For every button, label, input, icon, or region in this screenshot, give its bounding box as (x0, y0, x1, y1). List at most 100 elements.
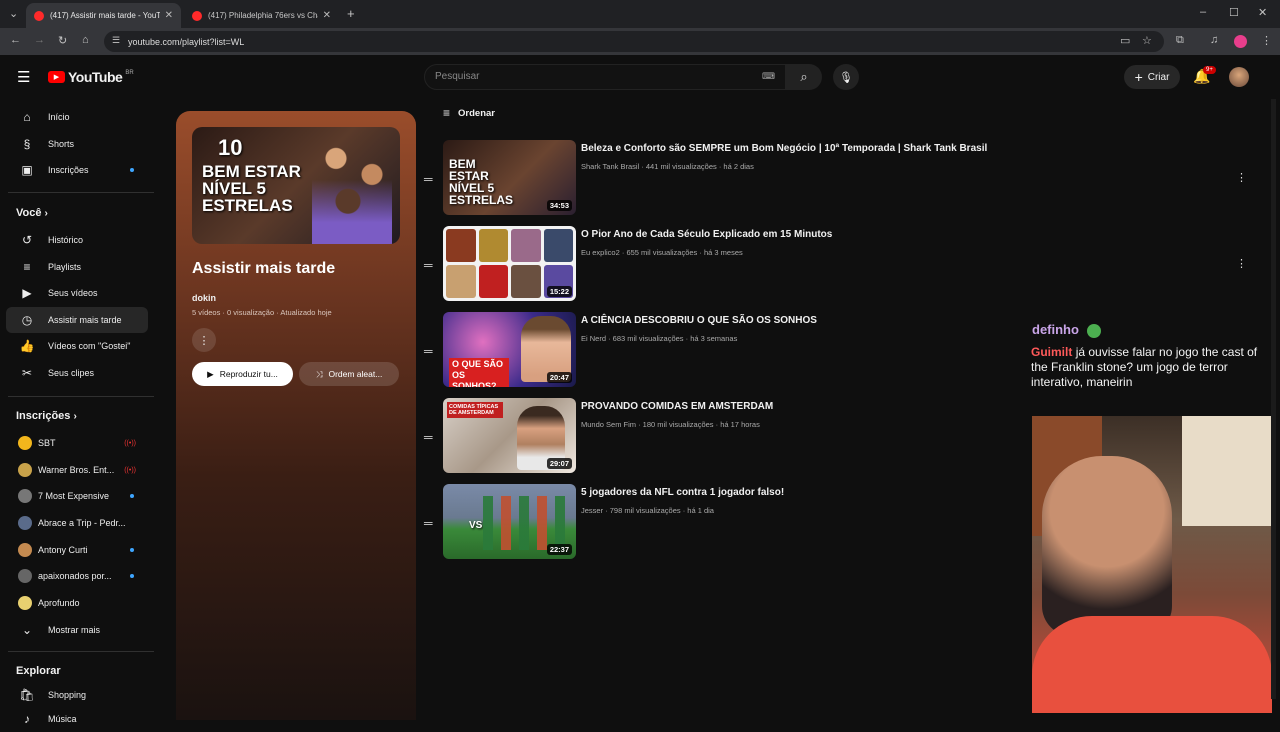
subscription-warner[interactable]: Warner Bros. Ent... ((•)) (6, 457, 148, 483)
sort-button[interactable]: ≡ Ordenar (443, 106, 495, 120)
drag-handle-icon[interactable]: ═ (424, 344, 433, 358)
video-duration: 22:37 (546, 544, 572, 555)
create-button[interactable]: + Criar (1124, 65, 1180, 89)
grid-cell (511, 265, 541, 298)
thumbnail-text: VS (469, 520, 483, 531)
video-thumbnail[interactable]: VS 22:37 (443, 484, 576, 559)
playlist-owner[interactable]: dokin (192, 293, 216, 303)
subscription-label: Antony Curti (38, 545, 88, 555)
subscription-apaixonados[interactable]: apaixonados por... (6, 563, 148, 589)
you-section-heading[interactable]: Você › (16, 207, 48, 219)
forward-icon[interactable]: → (34, 34, 45, 46)
youtube-favicon-icon (34, 10, 44, 21)
voice-search-button[interactable]: 🎙 (833, 64, 859, 90)
page-scrollbar[interactable] (1271, 99, 1276, 699)
new-content-dot (130, 494, 134, 498)
video-duration: 34:53 (546, 200, 572, 211)
back-icon[interactable]: ← (10, 34, 21, 46)
video-thumbnail[interactable]: 15:22 (443, 226, 576, 301)
subscription-aprofundo[interactable]: Aprofundo (6, 590, 148, 616)
media-icon[interactable]: ♫ (1210, 34, 1218, 46)
sidebar-item-subscriptions[interactable]: ▣ Inscrições (6, 157, 148, 183)
video-thumbnail[interactable]: BEM ESTAR NÍVEL 5 ESTRELAS 34:53 (443, 140, 576, 215)
watch-later-icon: ◷ (21, 313, 33, 327)
video-row[interactable]: ═ BEM ESTAR NÍVEL 5 ESTRELAS 34:53 Belez… (424, 140, 1254, 218)
drag-handle-icon[interactable]: ═ (424, 258, 433, 272)
drag-handle-icon[interactable]: ═ (424, 172, 433, 186)
video-menu-icon[interactable]: ⋮ (1236, 171, 1247, 184)
youtube-logo[interactable]: ▶ YouTube BR (48, 69, 134, 85)
close-tab-icon[interactable]: ✕ (323, 10, 331, 21)
sidebar-item-home[interactable]: ⌂ Início (6, 104, 148, 130)
chevron-right-icon: › (44, 208, 48, 219)
home-icon: ⌂ (23, 110, 31, 124)
sidebar-item-label: Playlists (48, 262, 82, 272)
site-info-icon[interactable]: ☰ (112, 35, 120, 46)
address-bar[interactable]: ☰ youtube.com/playlist?list=WL ▭ ☆ (104, 31, 1164, 52)
keyboard-icon[interactable]: ⌨ (762, 71, 775, 82)
sidebar-item-your-videos[interactable]: ▶ Seus vídeos (6, 280, 148, 306)
subscription-antony-curti[interactable]: Antony Curti (6, 537, 148, 563)
video-title[interactable]: Beleza e Conforto são SEMPRE um Bom Negó… (581, 143, 987, 154)
sidebar-item-playlists[interactable]: ≡ Playlists (6, 254, 148, 280)
sort-icon: ≡ (443, 106, 451, 120)
minimize-icon[interactable]: – (1200, 6, 1206, 18)
video-title[interactable]: A CIÊNCIA DESCOBRIU O QUE SÃO OS SONHOS (581, 315, 817, 326)
profile-avatar[interactable] (1234, 35, 1247, 48)
shuffle-button[interactable]: ⤨ Ordem aleat... (299, 362, 399, 386)
maximize-icon[interactable]: ☐ (1229, 6, 1239, 19)
webcam-person (1042, 456, 1172, 636)
video-title[interactable]: 5 jogadores da NFL contra 1 jogador fals… (581, 487, 784, 498)
video-menu-icon[interactable]: ⋮ (1236, 257, 1247, 270)
chat-message: Guimilt já ouvisse falar no jogo the cas… (1031, 345, 1277, 390)
install-icon[interactable]: ▭ (1120, 34, 1130, 47)
tab-list-chevron-icon[interactable]: ⌄ (9, 7, 18, 20)
account-avatar[interactable] (1229, 67, 1249, 87)
sidebar-item-music[interactable]: ♪ Música (6, 706, 148, 732)
subscription-abrace-a-trip[interactable]: Abrace a Trip - Pedr... (6, 510, 148, 536)
sidebar-item-your-clips[interactable]: ✂ Seus clipes (6, 360, 148, 386)
subscriptions-section-heading[interactable]: Inscrições › (16, 410, 77, 422)
reload-icon[interactable]: ↻ (58, 34, 67, 47)
search-input[interactable]: Pesquisar ⌨ (424, 64, 786, 90)
sidebar-item-label: Música (48, 714, 77, 724)
sidebar-item-label: Vídeos com "Gostei" (48, 341, 131, 351)
video-thumbnail[interactable]: O QUE SÃO OS SONHOS? 20:47 (443, 312, 576, 387)
video-title[interactable]: O Pior Ano de Cada Século Explicado em 1… (581, 229, 832, 240)
show-more-label: Mostrar mais (48, 625, 101, 635)
show-more-button[interactable]: ⌄ Mostrar mais (6, 617, 148, 643)
sidebar-item-shopping[interactable]: 🛍 Shopping (6, 682, 148, 708)
browser-tab-active[interactable]: (417) Assistir mais tarde - YouTu ✕ (26, 3, 181, 28)
youtube-play-logo-icon: ▶ (48, 71, 65, 83)
thumbnail-text: BEM ESTAR NÍVEL 5 ESTRELAS (449, 157, 514, 207)
sidebar-item-shorts[interactable]: § Shorts (6, 131, 148, 157)
sidebar-item-history[interactable]: ↺ Histórico (6, 227, 148, 253)
history-icon: ↺ (21, 233, 33, 247)
browser-menu-icon[interactable]: ⋮ (1261, 34, 1272, 47)
drag-handle-icon[interactable]: ═ (424, 430, 433, 444)
playlist-thumbnail[interactable]: 10 BEM ESTAR NÍVEL 5 ESTRELAS (192, 127, 400, 244)
close-window-icon[interactable]: ✕ (1258, 6, 1267, 19)
browser-tab-inactive[interactable]: (417) Philadelphia 76ers vs Char ✕ (184, 3, 339, 28)
video-row[interactable]: ═ 15:22 O Pior Ano de Cada Século Explic… (424, 226, 1254, 304)
live-indicator-icon: ((•)) (124, 466, 136, 474)
extensions-icon[interactable]: ⧉ (1176, 34, 1184, 47)
close-tab-icon[interactable]: ✕ (165, 10, 173, 21)
subscription-7-most-expensive[interactable]: 7 Most Expensive (6, 483, 148, 509)
new-tab-icon[interactable]: + (347, 6, 355, 21)
play-all-button[interactable]: ▶ Reproduzir tu... (192, 362, 293, 386)
video-title[interactable]: PROVANDO COMIDAS EM AMSTERDAM (581, 401, 773, 412)
sidebar-item-liked-videos[interactable]: 👍 Vídeos com "Gostei" (6, 333, 148, 359)
sidebar-item-label: Assistir mais tarde (48, 315, 122, 325)
home-browser-icon[interactable]: ⌂ (82, 34, 89, 46)
search-button[interactable]: ⌕ (786, 64, 822, 90)
drag-handle-icon[interactable]: ═ (424, 516, 433, 530)
sidebar-item-watch-later[interactable]: ◷ Assistir mais tarde (6, 307, 148, 333)
video-duration: 20:47 (546, 372, 572, 383)
video-duration: 15:22 (546, 286, 572, 297)
bookmark-star-icon[interactable]: ☆ (1142, 34, 1152, 47)
hamburger-menu-icon[interactable]: ☰ (17, 68, 30, 86)
playlist-more-options-button[interactable]: ⋮ (192, 328, 216, 352)
video-thumbnail[interactable]: COMIDAS TÍPICAS DE AMSTERDAM 29:07 (443, 398, 576, 473)
subscription-sbt[interactable]: SBT ((•)) (6, 430, 148, 456)
